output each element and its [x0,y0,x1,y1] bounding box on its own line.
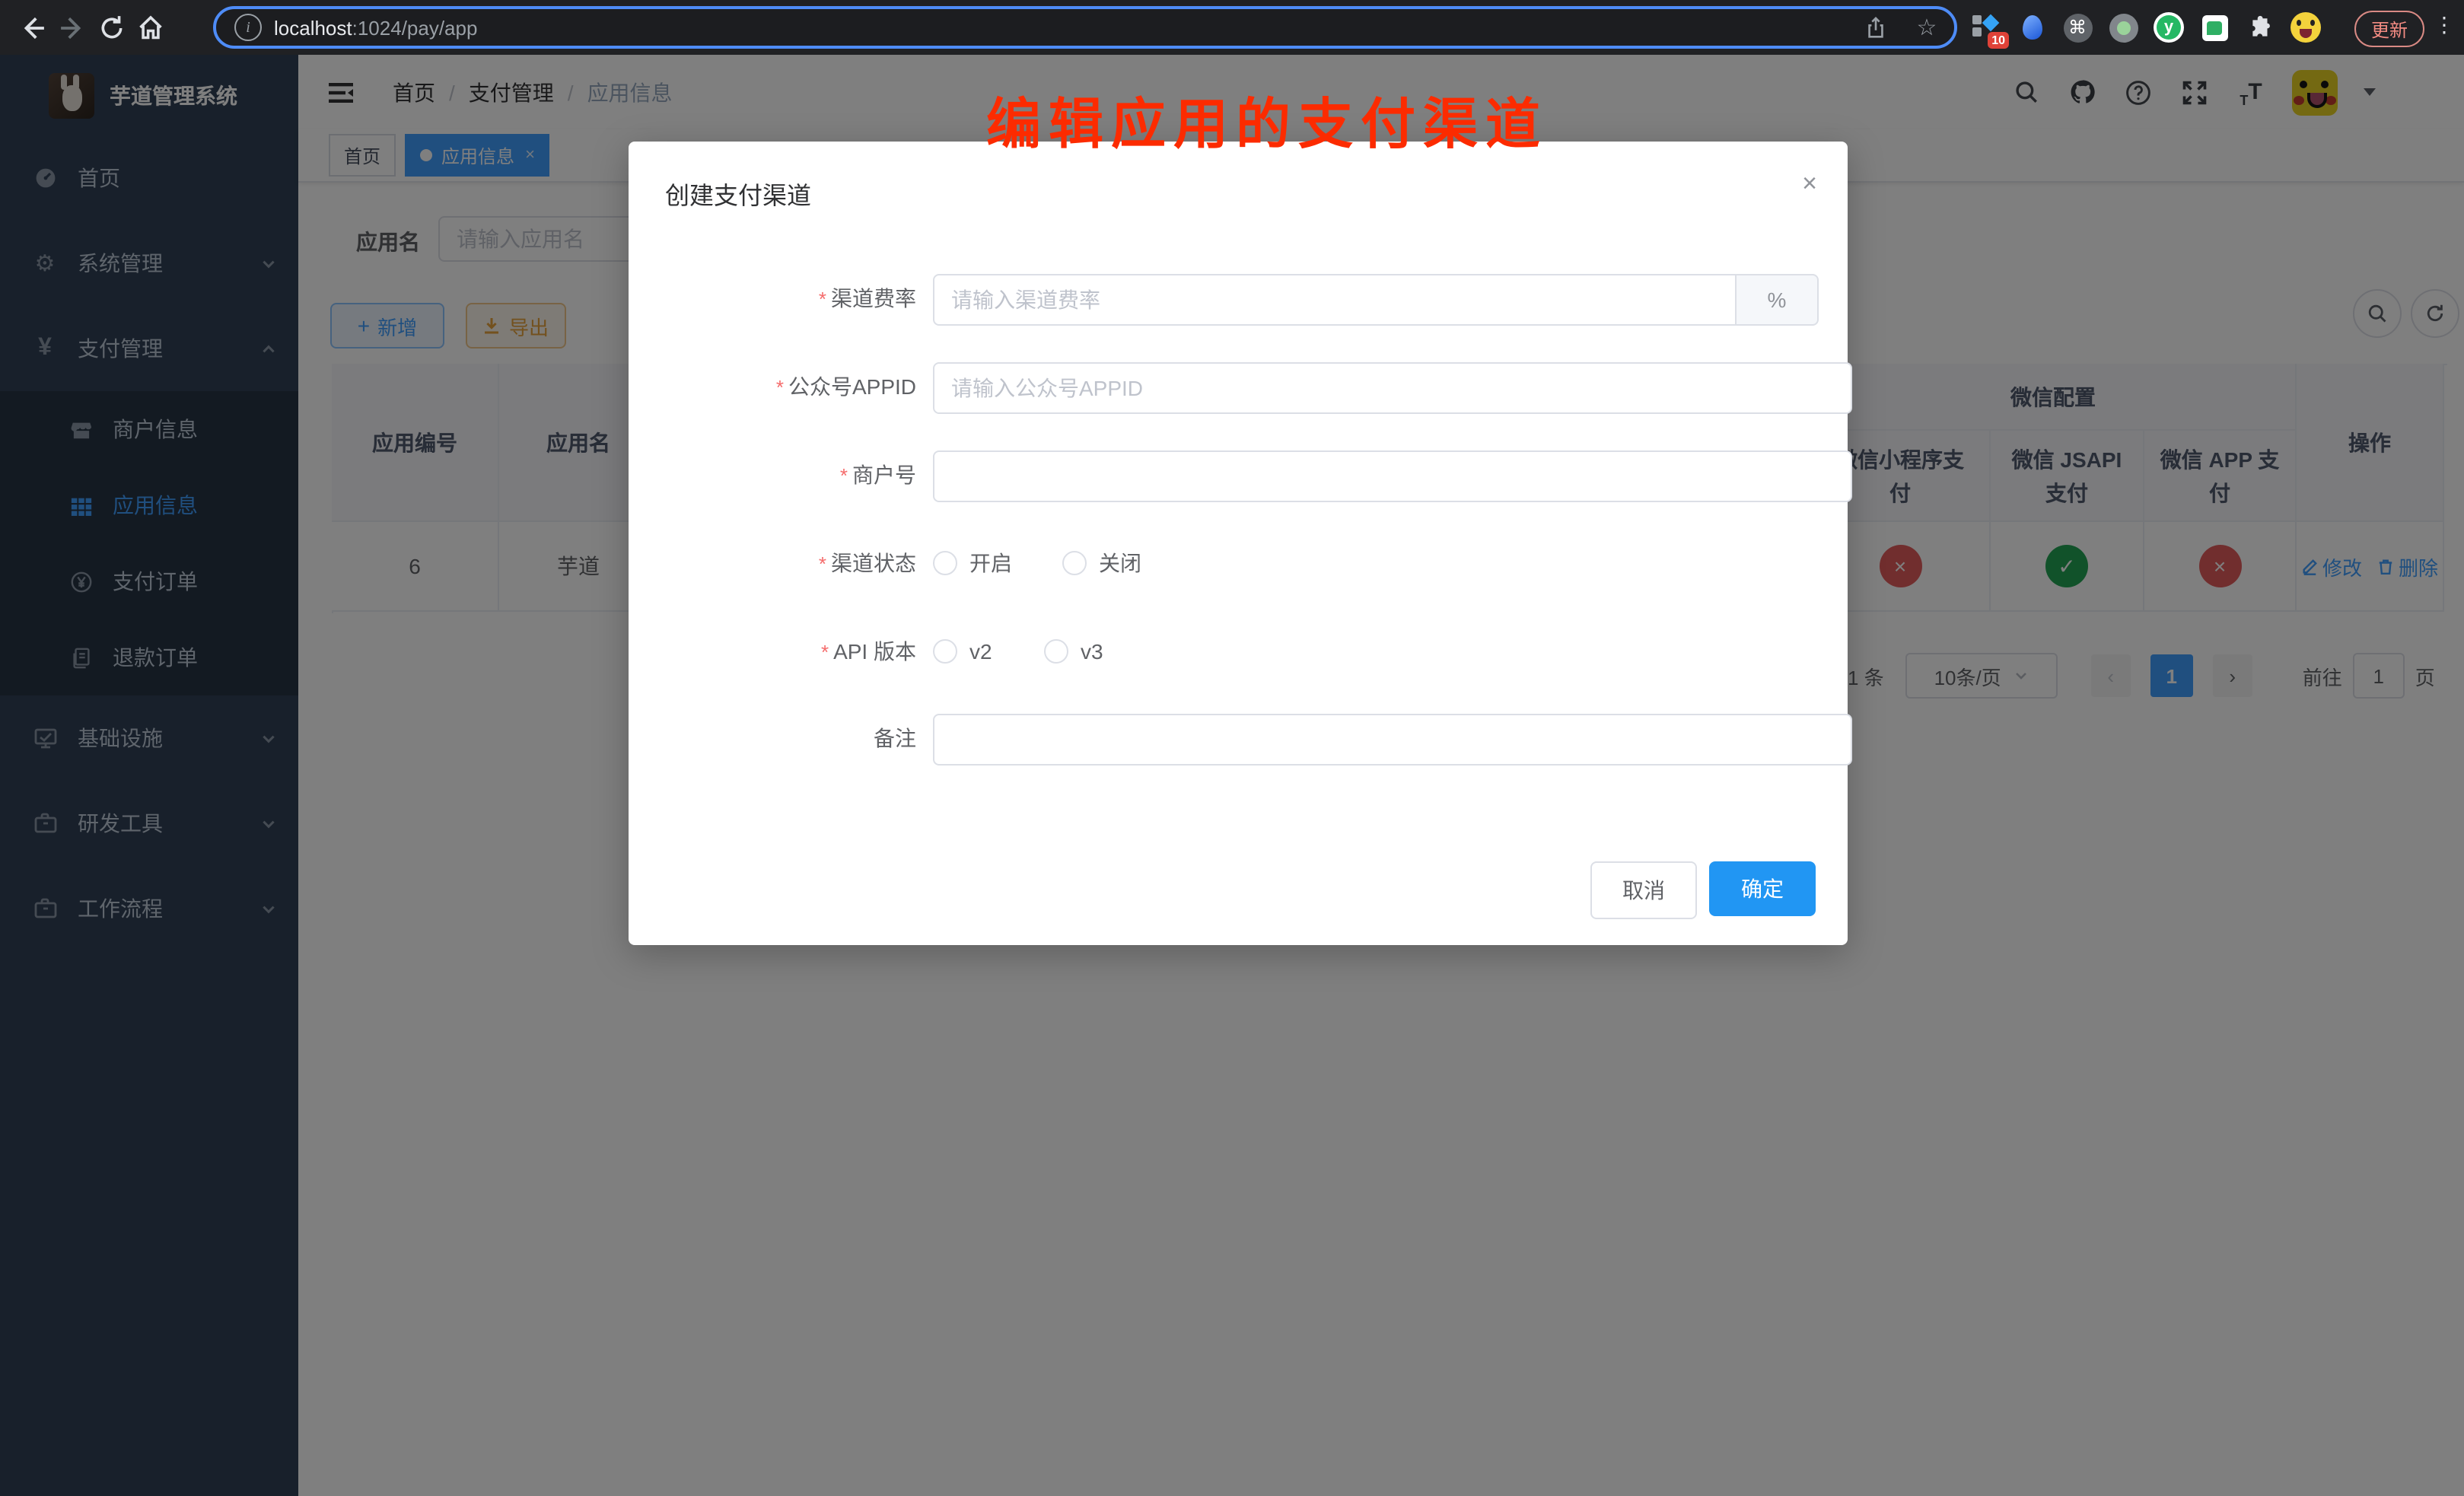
cancel-button[interactable]: 取消 [1590,861,1697,919]
field-label-status: *渠道状态 [629,539,916,589]
field-label-remark: 备注 [629,714,916,762]
extension-dot-icon[interactable] [2106,9,2140,46]
field-label-merchant: *商户号 [629,450,916,501]
field-label-rate: *渠道费率 [629,274,916,324]
remark-input[interactable] [933,714,1852,766]
extension-icons: 10 ⌘ y [1969,0,2322,55]
required-asterisk: * [819,288,826,310]
extension-y-icon[interactable]: y [2152,9,2185,46]
browser-update-button[interactable]: 更新 [2354,11,2424,47]
status-radio-open[interactable]: 开启 [933,539,1012,587]
browser-forward-button[interactable] [52,8,91,47]
url-text: localhost:1024/pay/app [274,16,477,39]
site-info-icon[interactable]: i [234,14,262,41]
app-page: 芋道管理系统 首页 ⚙ 系统管理 ¥ 支付管理 [0,55,2464,1496]
field-label-appid: *公众号APPID [629,362,916,412]
merchant-input[interactable] [933,450,1852,502]
extension-badge: 10 [1988,32,2009,49]
field-label-api: *API 版本 [629,627,916,677]
required-asterisk: * [819,552,826,575]
radio-circle-icon [1062,551,1087,575]
required-asterisk: * [840,464,848,487]
extension-balloon-icon[interactable] [2015,9,2049,46]
annotation-text: 编辑应用的支付渠道 [986,81,1548,160]
bookmark-star-icon[interactable]: ☆ [1912,12,1942,43]
appid-input[interactable]: 请输入公众号APPID [933,362,1852,414]
radio-circle-icon [933,639,957,664]
required-asterisk: * [821,641,829,664]
rate-suffix: % [1735,274,1819,326]
profile-avatar-icon[interactable] [2289,9,2322,46]
radio-circle-icon [933,551,957,575]
api-radio-v2[interactable]: v2 [933,627,992,676]
create-pay-channel-dialog: 创建支付渠道 × *渠道费率 请输入渠道费率 % *公众号APPID 请输入公众… [629,142,1848,945]
rate-placeholder: 请输入渠道费率 [951,285,1100,315]
confirm-button[interactable]: 确定 [1709,861,1816,916]
browser-toolbar: i localhost:1024/pay/app ☆ 10 ⌘ [0,0,2464,55]
status-radio-closed[interactable]: 关闭 [1062,539,1141,587]
screenshot-stage: i localhost:1024/pay/app ☆ 10 ⌘ [0,0,2464,1496]
extension-grid-icon[interactable]: 10 [1969,9,2003,46]
extension-chat-icon[interactable] [2198,9,2231,46]
dialog-title: 创建支付渠道 [665,175,811,212]
share-icon[interactable] [1860,12,1890,43]
extension-command-icon[interactable]: ⌘ [2061,9,2094,46]
dialog-close-icon[interactable]: × [1802,170,1817,196]
browser-menu-icon[interactable]: ⋮ [2434,12,2455,38]
browser-back-button[interactable] [12,8,52,47]
rate-input[interactable]: 请输入渠道费率 [933,274,1773,326]
appid-placeholder: 请输入公众号APPID [951,373,1143,403]
api-radio-v3[interactable]: v3 [1044,627,1103,676]
browser-reload-button[interactable] [91,8,131,47]
required-asterisk: * [776,376,784,399]
extensions-puzzle-icon[interactable] [2243,9,2277,46]
browser-home-button[interactable] [131,8,170,47]
radio-circle-icon [1044,639,1068,664]
url-bar[interactable]: i localhost:1024/pay/app ☆ [213,6,1957,49]
